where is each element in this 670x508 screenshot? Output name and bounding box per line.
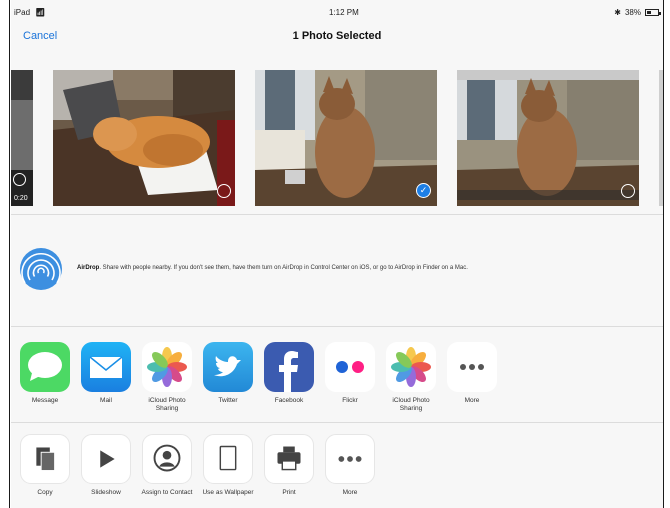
airdrop-body: . Share with people nearby. If you don't… — [99, 265, 468, 271]
message-icon — [20, 342, 70, 392]
flickr-icon — [325, 342, 375, 392]
app-label: More — [464, 397, 480, 404]
action-label: Assign to Contact — [141, 489, 193, 496]
photos-icon — [142, 342, 192, 392]
play-icon — [81, 434, 131, 484]
share-app-mail[interactable]: Mail — [76, 342, 136, 405]
action-slideshow[interactable]: Slideshow — [76, 434, 136, 497]
photo-thumbnail-video[interactable]: 0:20 — [11, 70, 33, 206]
device-name: iPad — [14, 8, 31, 17]
status-time: 1:12 PM — [329, 8, 359, 17]
share-app-message[interactable]: Message — [15, 342, 75, 405]
battery-icon — [645, 9, 661, 16]
action-more[interactable]: More — [320, 434, 380, 497]
share-app-more[interactable]: More — [442, 342, 502, 405]
cat-on-desk-photo — [53, 70, 235, 206]
video-duration: 0:20 — [14, 195, 28, 202]
action-label: Use as Wallpaper — [202, 489, 254, 496]
page-title: 1 Photo Selected — [292, 30, 382, 42]
printer-icon — [264, 434, 314, 484]
app-label: Twitter — [218, 397, 238, 404]
photo-thumbnail-3[interactable] — [457, 70, 639, 206]
action-copy[interactable]: Copy — [15, 434, 75, 497]
photo-thumbnail-4[interactable] — [659, 70, 663, 206]
photo-thumbnail-1[interactable] — [53, 70, 235, 206]
more-icon — [325, 434, 375, 484]
select-circle[interactable] — [621, 184, 635, 198]
app-label: iCloud Photo Sharing — [392, 397, 430, 412]
app-label: iCloud Photo Sharing — [148, 397, 186, 412]
device-frame-right — [663, 0, 670, 508]
battery-percent: 38% — [624, 8, 641, 17]
selected-checkmark-icon[interactable]: ✓ — [416, 183, 431, 198]
share-app-flickr[interactable]: Flickr — [320, 342, 380, 405]
photos-icon — [386, 342, 436, 392]
airdrop-section: AirDrop. Share with people nearby. If yo… — [11, 222, 663, 322]
cat-by-window-photo — [255, 70, 437, 206]
share-app-facebook[interactable]: Facebook — [259, 342, 319, 405]
action-label: Print — [282, 489, 296, 496]
action-label: More — [342, 489, 358, 496]
share-app-icloud-photo-sharing[interactable]: iCloud Photo Sharing — [137, 342, 197, 413]
share-sheet-screen: iPad 📶︎ 1:12 PM ✱ 38% Cancel 1 Photo Sel… — [11, 0, 663, 508]
app-label: Mail — [100, 397, 112, 404]
bluetooth-icon: ✱ — [614, 8, 621, 17]
device-frame-left — [0, 0, 10, 508]
action-assign-to-contact[interactable]: Assign to Contact — [137, 434, 197, 497]
share-app-icloud-photo-sharing-2[interactable]: iCloud Photo Sharing — [381, 342, 441, 413]
divider — [11, 214, 663, 215]
more-icon — [447, 342, 497, 392]
photo-strip[interactable]: 0:20 ✓ — [11, 62, 663, 212]
photo-thumbnail-2-selected[interactable]: ✓ — [255, 70, 437, 206]
select-circle[interactable] — [13, 173, 26, 186]
divider — [11, 422, 663, 423]
airdrop-description: AirDrop. Share with people nearby. If yo… — [77, 265, 657, 271]
contact-icon — [142, 434, 192, 484]
navigation-bar: Cancel 1 Photo Selected — [11, 20, 663, 52]
copy-icon — [20, 434, 70, 484]
actions-row: Copy Slideshow Assign to Contact Use as … — [11, 434, 663, 508]
action-use-as-wallpaper[interactable]: Use as Wallpaper — [198, 434, 258, 497]
share-app-twitter[interactable]: Twitter — [198, 342, 258, 405]
action-label: Slideshow — [91, 489, 121, 496]
app-label: Facebook — [274, 397, 304, 404]
mail-icon — [81, 342, 131, 392]
airdrop-icon[interactable] — [19, 247, 63, 291]
share-apps-row: Message Mail iCloud Photo Sharing Twitte… — [11, 342, 663, 422]
facebook-icon — [264, 342, 314, 392]
action-label: Copy — [37, 489, 53, 496]
wifi-icon: 📶︎ — [35, 8, 46, 17]
select-circle[interactable] — [217, 184, 231, 198]
video-thumbnail-image — [11, 70, 33, 206]
divider — [11, 326, 663, 327]
twitter-icon — [203, 342, 253, 392]
app-label: Message — [31, 397, 59, 404]
action-print[interactable]: Print — [259, 434, 319, 497]
app-label: Flickr — [342, 397, 358, 404]
status-bar: iPad 📶︎ 1:12 PM ✱ 38% — [11, 0, 663, 20]
wallpaper-icon — [203, 434, 253, 484]
airdrop-title: AirDrop — [77, 265, 100, 271]
cat-with-screen-photo — [457, 70, 639, 206]
